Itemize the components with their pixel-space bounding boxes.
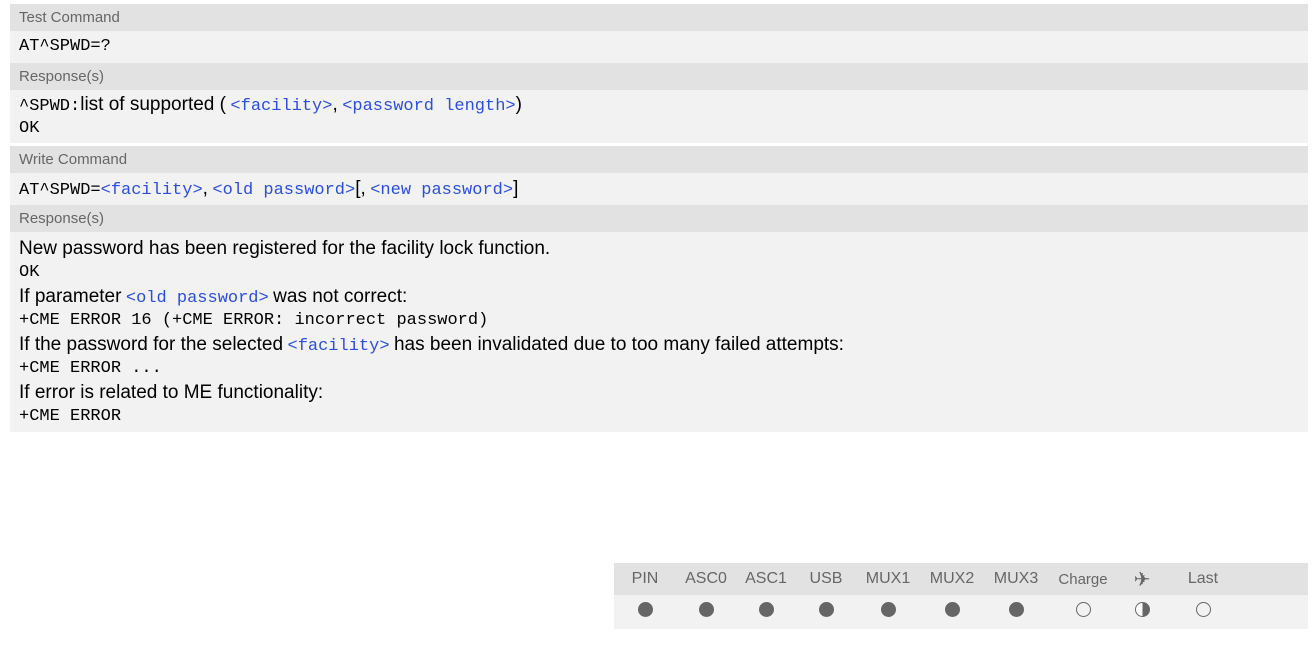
response-prefix: ^SPWD:: [19, 97, 81, 116]
test-command-syntax: AT^SPWD=?: [10, 31, 1308, 63]
close-paren: ): [515, 94, 522, 115]
response-text: list of supported (: [80, 94, 226, 115]
full-circle-icon: [818, 602, 834, 617]
empty-circle-icon: [1075, 602, 1091, 617]
write-command-label: Write Command: [10, 146, 1308, 173]
param-old-password-link[interactable]: <old password>: [126, 289, 269, 308]
interface-status-9: [1166, 602, 1240, 622]
test-ok: OK: [19, 119, 40, 138]
interface-status-3: [796, 602, 856, 622]
param-facility-link[interactable]: <facility>: [288, 337, 390, 356]
full-circle-icon: [1008, 602, 1024, 617]
param-password-length-link[interactable]: <password length>: [342, 97, 515, 116]
interface-status-row: [614, 595, 1308, 629]
param-new-password-link[interactable]: <new password>: [370, 181, 513, 200]
interface-header-6: MUX3: [993, 570, 1039, 587]
full-circle-icon: [944, 602, 960, 617]
interface-header-8: ✈: [1133, 568, 1151, 591]
write-command-text: AT^SPWD=<facility>, <old password>[, <ne…: [19, 173, 1308, 205]
test-command-label: Test Command: [10, 4, 1308, 31]
empty-circle-icon: [1195, 602, 1211, 617]
interface-status-6: [984, 602, 1048, 622]
interface-header-5: MUX2: [929, 570, 975, 587]
interface-status-2: [736, 602, 796, 622]
interface-header-0: PIN: [631, 570, 659, 587]
write-command-syntax: AT^SPWD=<facility>, <old password>[, <ne…: [10, 173, 1308, 205]
test-response-label: Response(s): [10, 63, 1308, 90]
separator: ,: [332, 94, 338, 115]
interface-status-1: [676, 602, 736, 622]
optional-close: ]: [513, 178, 519, 199]
full-circle-icon: [698, 602, 714, 617]
interface-header-9: Last: [1187, 570, 1219, 587]
interface-status-0: [614, 602, 676, 622]
interface-header-2: ASC1: [745, 570, 787, 587]
half-circle-icon: [1134, 602, 1150, 617]
param-facility-link[interactable]: <facility>: [101, 181, 203, 200]
interface-header-row: PIN ASC0 ASC1 USB MUX1 MUX2 MUX3 Charge ✈ Last: [614, 563, 1308, 595]
param-facility-link[interactable]: <facility>: [230, 97, 332, 116]
error-incorrect-password: +CME ERROR 16 (+CME ERROR: incorrect pas…: [19, 311, 489, 330]
error-me: +CME ERROR: [19, 407, 122, 426]
separator: ,: [202, 178, 208, 199]
interface-header-4: MUX1: [865, 570, 911, 587]
response-success-text: New password has been registered for the…: [19, 238, 551, 259]
error-generic: +CME ERROR ...: [19, 359, 162, 378]
interface-header-1: ASC0: [685, 570, 727, 587]
full-circle-icon: [880, 602, 896, 617]
condition-suffix: has been invalidated due to too many fai…: [393, 334, 844, 355]
condition-prefix: If parameter: [19, 286, 122, 307]
interface-status-8: [1118, 602, 1166, 622]
condition-me-functionality: If error is related to ME functionality:: [19, 382, 324, 403]
interface-header-3: USB: [809, 570, 843, 587]
condition-old-password: If parameter <old password> was not corr…: [19, 285, 1308, 309]
optional-open: [,: [355, 178, 366, 199]
response-ok: OK: [19, 263, 40, 282]
interface-status-4: [856, 602, 920, 622]
write-response-body: New password has been registered for the…: [10, 232, 1308, 432]
cmd-prefix: AT^SPWD=: [19, 181, 101, 200]
full-circle-icon: [637, 602, 653, 617]
write-response-label: Response(s): [10, 205, 1308, 232]
interface-status-7: [1048, 602, 1118, 622]
interface-status-5: [920, 602, 984, 622]
full-circle-icon: [758, 602, 774, 617]
interface-header-7: Charge: [1058, 570, 1108, 588]
test-command-text: AT^SPWD=?: [19, 37, 111, 56]
test-response-body: ^SPWD:list of supported ( <facility>, <p…: [10, 90, 1308, 143]
condition-facility-invalidated: If the password for the selected <facili…: [19, 333, 1308, 357]
test-response-line: ^SPWD:list of supported ( <facility>, <p…: [19, 93, 1308, 117]
condition-suffix: was not correct:: [273, 286, 408, 307]
param-old-password-link[interactable]: <old password>: [212, 181, 355, 200]
command-table: Test Command AT^SPWD=? Response(s) ^SPWD…: [10, 4, 1308, 432]
condition-prefix: If the password for the selected: [19, 334, 284, 355]
interface-availability-table: PIN ASC0 ASC1 USB MUX1 MUX2 MUX3 Charge ✈ Last: [614, 563, 1308, 629]
